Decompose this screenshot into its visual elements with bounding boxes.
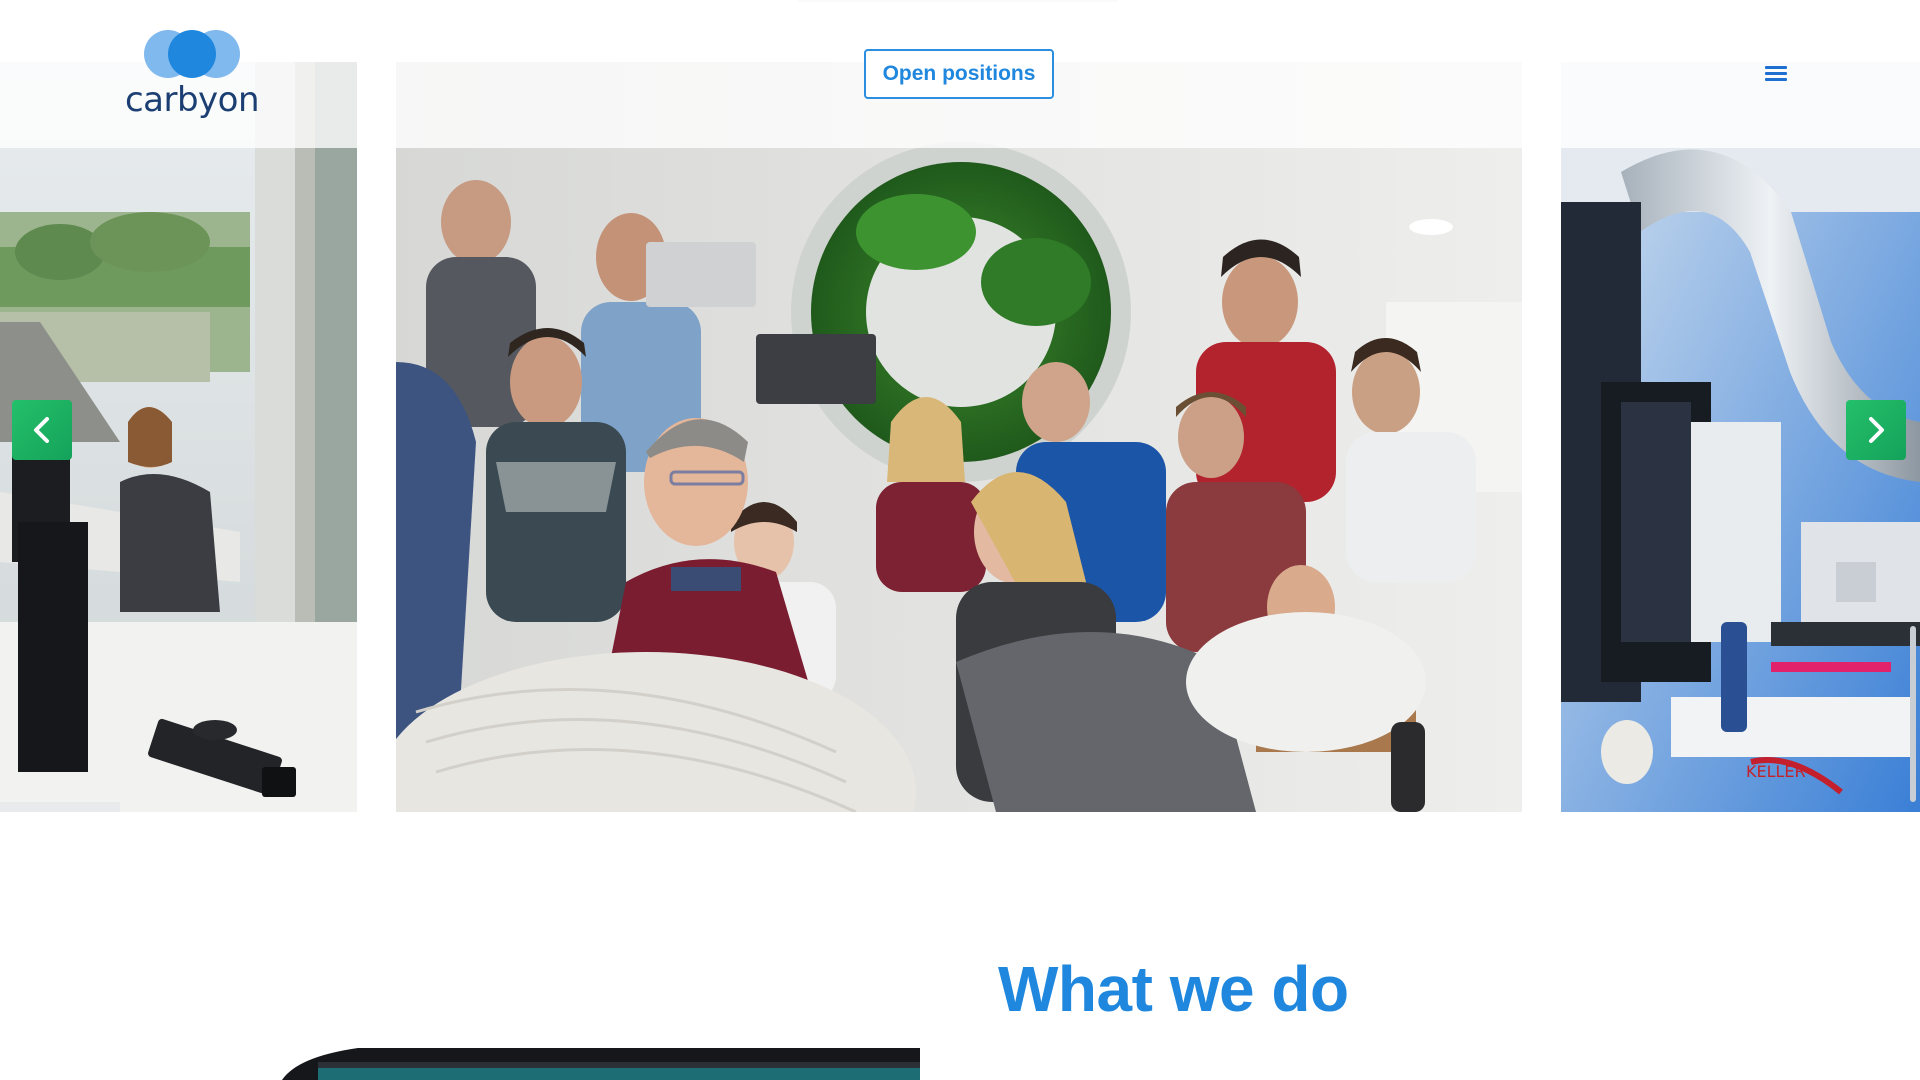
section-title: What we do [998,953,1349,1025]
chevron-left-icon [34,417,49,443]
scrollbar-thumb[interactable] [1910,626,1916,802]
carousel-prev-button[interactable] [12,400,72,460]
chevron-right-icon [1869,417,1884,443]
team-meeting-photo [396,62,1522,812]
brand-logo[interactable]: carbyon [122,26,262,122]
carousel-slide-current[interactable] [396,62,1522,812]
laptop-screen-image [282,1048,920,1080]
hamburger-menu-icon[interactable] [1762,60,1792,86]
overlapping-circles-icon [144,30,240,78]
open-positions-button[interactable]: Open positions [864,49,1054,99]
brand-name: carbyon [124,80,260,120]
page: KELLER carbyon Open positions What we do [0,0,1920,1080]
carousel-next-button[interactable] [1846,400,1906,460]
